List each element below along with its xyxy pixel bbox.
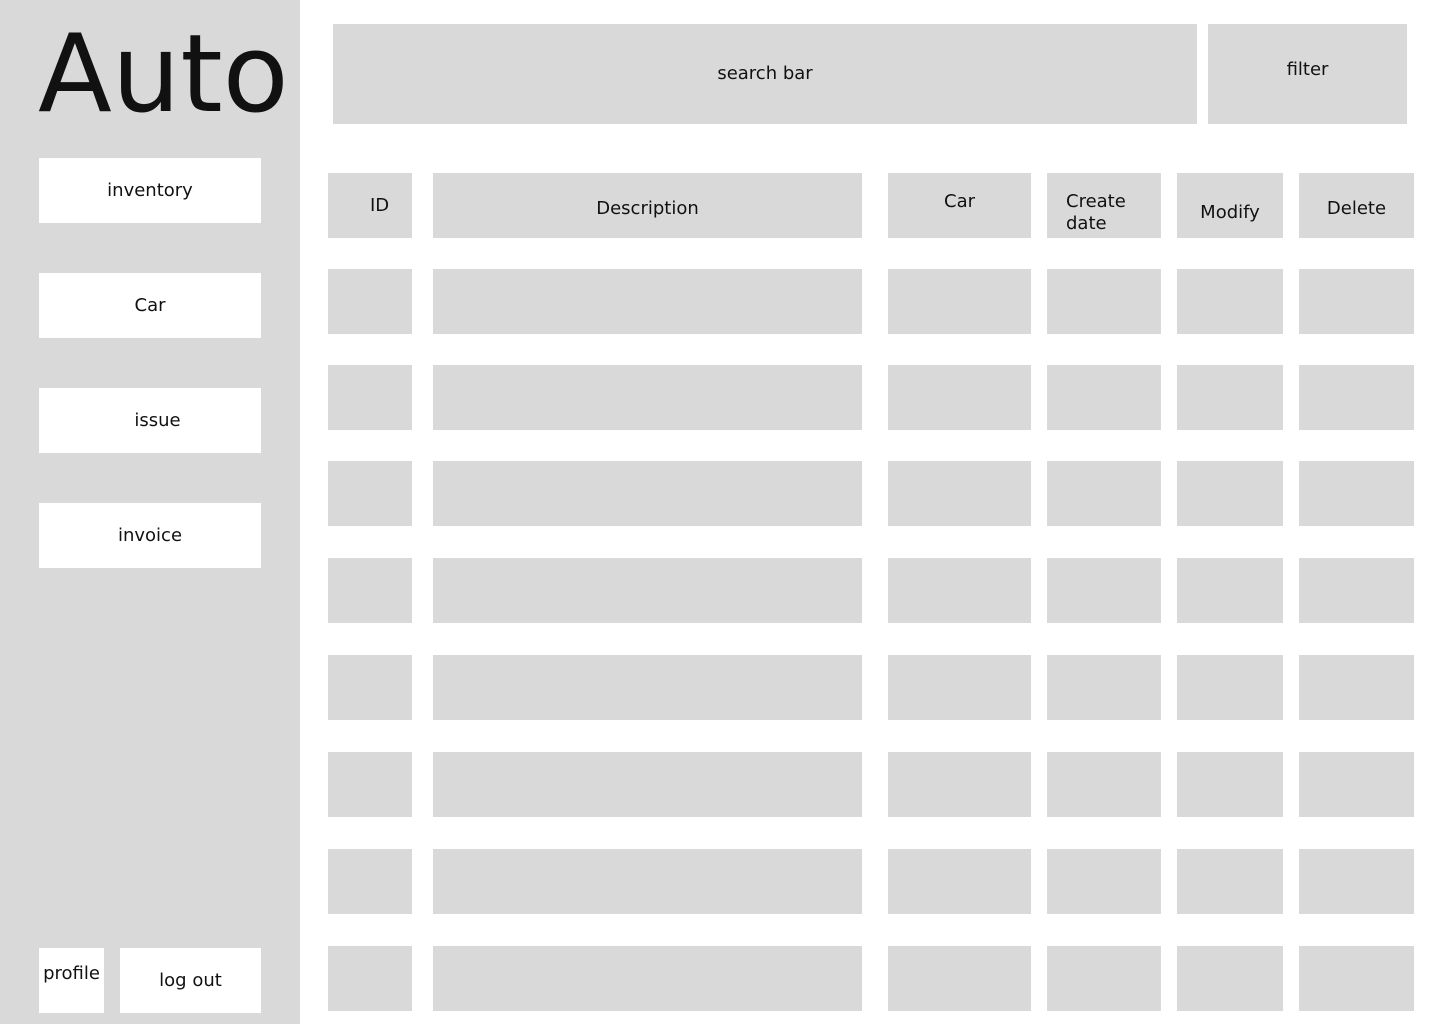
table-row[interactable] (0, 946, 1440, 1011)
sidebar-item-label: inventory (107, 180, 193, 201)
id-cell (328, 849, 412, 914)
car-cell (888, 558, 1031, 623)
description-cell (433, 752, 862, 817)
delete-cell[interactable] (1299, 946, 1414, 1011)
search-bar[interactable]: search bar (333, 24, 1197, 124)
create-date-cell (1047, 946, 1161, 1011)
id-cell (328, 461, 412, 526)
create-date-cell (1047, 461, 1161, 526)
table-row[interactable] (0, 558, 1440, 623)
table-row[interactable] (0, 269, 1440, 334)
car-cell (888, 655, 1031, 720)
id-cell (328, 558, 412, 623)
id-cell (328, 365, 412, 430)
modify-cell[interactable] (1177, 752, 1283, 817)
column-header-id[interactable]: ID (328, 173, 412, 238)
column-header-description[interactable]: Description (433, 173, 862, 238)
description-cell (433, 269, 862, 334)
car-cell (888, 269, 1031, 334)
delete-cell[interactable] (1299, 849, 1414, 914)
create-date-cell (1047, 849, 1161, 914)
car-cell (888, 365, 1031, 430)
description-cell (433, 946, 862, 1011)
filter-button[interactable]: filter (1208, 24, 1407, 124)
car-cell (888, 849, 1031, 914)
app-logo-title: Auto (38, 12, 289, 137)
table-row[interactable] (0, 849, 1440, 914)
table-row[interactable] (0, 365, 1440, 430)
create-date-cell (1047, 752, 1161, 817)
car-cell (888, 461, 1031, 526)
modify-cell[interactable] (1177, 558, 1283, 623)
column-header-create-date[interactable]: Create date (1047, 173, 1161, 238)
modify-cell[interactable] (1177, 849, 1283, 914)
table-row[interactable] (0, 752, 1440, 817)
modify-cell[interactable] (1177, 365, 1283, 430)
column-header-delete[interactable]: Delete (1299, 173, 1414, 238)
modify-cell[interactable] (1177, 655, 1283, 720)
id-cell (328, 269, 412, 334)
sidebar-item-inventory[interactable]: inventory (39, 158, 261, 223)
create-date-cell (1047, 269, 1161, 334)
description-cell (433, 655, 862, 720)
car-cell (888, 946, 1031, 1011)
modify-cell[interactable] (1177, 269, 1283, 334)
table-row[interactable] (0, 461, 1440, 526)
column-header-modify[interactable]: Modify (1177, 173, 1283, 238)
sidebar-item-label: invoice (117, 525, 183, 546)
table-row[interactable] (0, 655, 1440, 720)
filter-label: filter (1286, 59, 1329, 80)
modify-cell[interactable] (1177, 461, 1283, 526)
id-cell (328, 752, 412, 817)
search-bar-placeholder: search bar (717, 63, 813, 84)
create-date-cell (1047, 655, 1161, 720)
id-cell (328, 946, 412, 1011)
delete-cell[interactable] (1299, 655, 1414, 720)
description-cell (433, 365, 862, 430)
delete-cell[interactable] (1299, 558, 1414, 623)
car-cell (888, 752, 1031, 817)
description-cell (433, 461, 862, 526)
modify-cell[interactable] (1177, 946, 1283, 1011)
app-page: Auto inventory Car issue invoice profile… (0, 0, 1440, 1024)
column-header-car[interactable]: Car (888, 173, 1031, 238)
description-cell (433, 558, 862, 623)
create-date-cell (1047, 365, 1161, 430)
id-cell (328, 655, 412, 720)
delete-cell[interactable] (1299, 365, 1414, 430)
delete-cell[interactable] (1299, 269, 1414, 334)
delete-cell[interactable] (1299, 461, 1414, 526)
delete-cell[interactable] (1299, 752, 1414, 817)
create-date-cell (1047, 558, 1161, 623)
description-cell (433, 849, 862, 914)
